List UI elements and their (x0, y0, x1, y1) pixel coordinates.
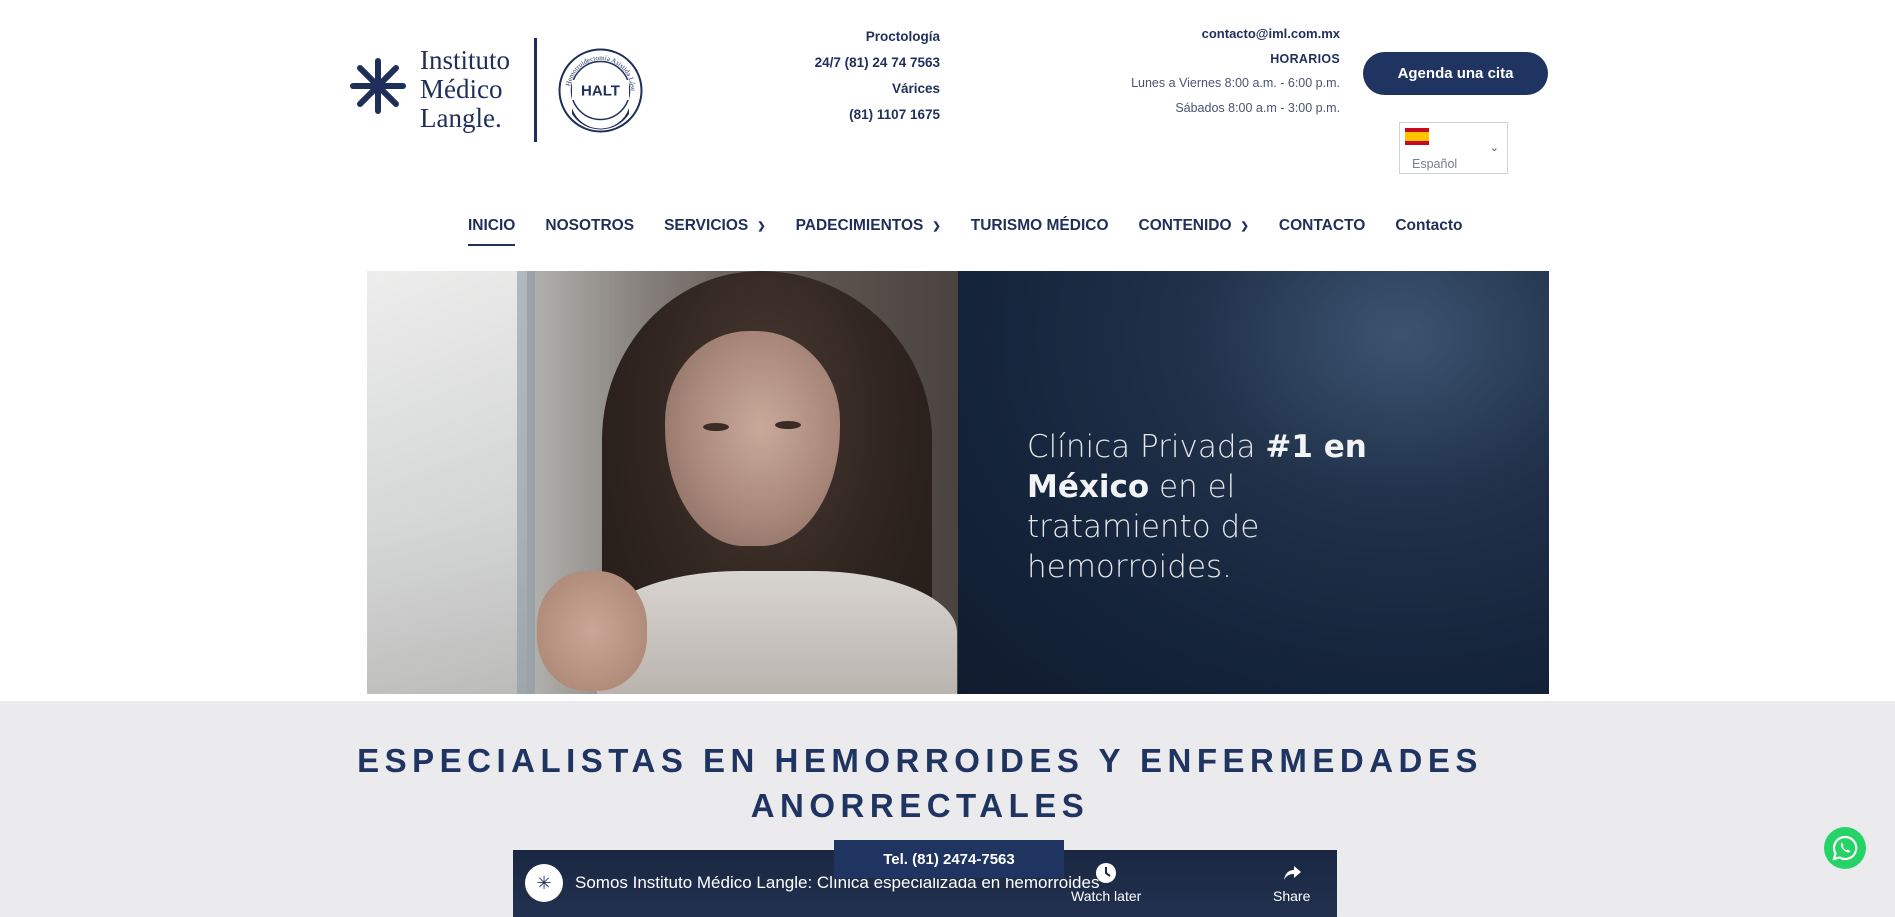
specialty-proctologia: Proctología (865, 29, 940, 44)
share-icon (1283, 866, 1301, 880)
page: Instituto Médico Langle. Hemorroidectomí… (0, 0, 1895, 917)
halt-badge-text: HALT (581, 83, 620, 100)
book-appointment-button[interactable]: Agenda una cita (1363, 52, 1548, 95)
channel-avatar[interactable]: ✳ (525, 864, 563, 902)
chevron-down-icon: ⌄ (1489, 142, 1499, 154)
logo-wordmark: Instituto Médico Langle. (420, 46, 510, 133)
chevron-down-icon: ❯ (1240, 220, 1249, 232)
email-link[interactable]: contacto@iml.com.mx (1080, 22, 1340, 47)
spain-flag-icon (1405, 128, 1429, 145)
nav-item-contacto-2[interactable]: Contacto (1395, 210, 1462, 242)
hours-title: HORARIOS (1270, 51, 1340, 66)
hours-weekdays: Lunes a Viernes 8:00 a.m. - 6:00 p.m. (1131, 76, 1340, 90)
phone-proctologia[interactable]: 24/7 (81) 24 74 7563 (760, 50, 940, 76)
nav-item-nosotros[interactable]: NOSOTROS (545, 210, 634, 242)
nav-item-contenido[interactable]: CONTENIDO ❯ (1139, 210, 1249, 242)
chevron-down-icon: ❯ (932, 220, 941, 232)
main-nav: INICIO NOSOTROS SERVICIOS ❯ PADECIMIENTOS… (468, 210, 1463, 246)
logo-line-1: Instituto (420, 45, 511, 75)
watch-later-button[interactable]: Watch later (1071, 862, 1141, 904)
nav-item-turismo-medico[interactable]: TURISMO MÉDICO (971, 210, 1109, 242)
nav-item-inicio[interactable]: INICIO (468, 210, 516, 246)
hero-banner: Clínica Privada #1 en México en el trata… (367, 271, 1549, 694)
whatsapp-button[interactable] (1824, 827, 1866, 869)
hours-saturday: Sábados 8:00 a.m - 3:00 p.m. (1175, 100, 1340, 115)
phone-call-bar[interactable]: Tel. (81) 2474-7563 (834, 840, 1064, 878)
logo-divider (534, 38, 537, 142)
specialty-varices: Várices (891, 81, 940, 96)
nav-item-servicios[interactable]: SERVICIOS ❯ (664, 210, 766, 242)
language-label: Español (1412, 157, 1458, 171)
halt-badge-icon: Hemorroidectomía Asistida Láser Térmico … (558, 48, 643, 133)
phone-varices[interactable]: (81) 1107 1675 (760, 102, 940, 128)
asterisk-logo-icon (350, 58, 406, 114)
nav-item-padecimientos[interactable]: PADECIMIENTOS ❯ (796, 210, 941, 242)
clock-icon (1096, 863, 1117, 883)
logo[interactable]: Instituto Médico Langle. Hemorroidectomí… (350, 38, 650, 148)
hero-headline: Clínica Privada #1 en México en el trata… (1027, 429, 1367, 585)
logo-line-2: Médico (420, 74, 503, 104)
section-title: ESPECIALISTAS EN HEMORROIDES Y ENFERMEDA… (357, 742, 1483, 824)
chevron-down-icon: ❯ (757, 220, 766, 232)
share-button[interactable]: Share (1273, 862, 1310, 904)
hero-photo (367, 271, 958, 694)
whatsapp-icon (1832, 835, 1858, 861)
contact-hours: contacto@iml.com.mx HORARIOS Lunes a Vie… (1080, 22, 1340, 120)
nav-item-contacto[interactable]: CONTACTO (1279, 210, 1365, 242)
contact-phones: Proctología 24/7 (81) 24 74 7563 Várices… (760, 24, 940, 128)
language-select[interactable]: Español ⌄ (1399, 122, 1508, 174)
logo-line-3: Langle. (420, 103, 502, 133)
